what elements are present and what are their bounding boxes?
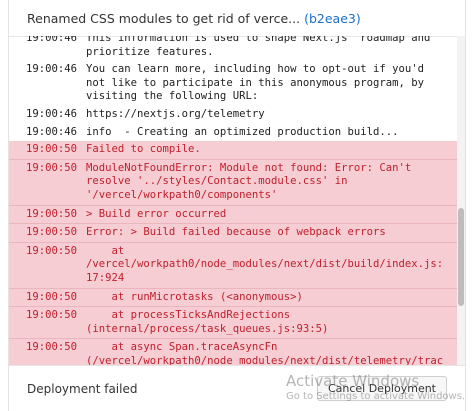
log-timestamp: 19:00:50 [25, 244, 77, 257]
log-timestamp: 19:00:50 [25, 341, 77, 354]
log-message: Failed to compile. [86, 143, 201, 156]
log-message: at processTicksAndRejections (internal/p… [86, 309, 329, 335]
log-timestamp: 19:00:50 [25, 161, 77, 174]
log-message: at runMicrotasks (<anonymous>) [86, 290, 303, 303]
log-scrollbar[interactable] [457, 36, 465, 365]
log-message: https://nextjs.org/telemetry [86, 107, 265, 120]
log-message: > Build error occurred [86, 207, 227, 220]
log-message: You can learn more, including how to opt… [86, 63, 431, 103]
log-timestamp: 19:00:50 [25, 143, 77, 156]
log-line: 19:00:46 You can learn more, including ho… [9, 61, 457, 106]
log-timestamp: 19:00:50 [25, 309, 77, 322]
log-line: 19:00:50 ModuleNotFoundError: Module not … [9, 158, 457, 205]
log-line: 19:00:46 https://nextjs.org/telemetry [9, 106, 457, 124]
log-message: Error: > Build failed because of webpack… [86, 226, 386, 239]
log-timestamp: 19:00:46 [25, 63, 77, 76]
log-line: 19:00:50 > Build error occurred [9, 204, 457, 224]
log-timestamp: 19:00:50 [25, 226, 77, 239]
build-log-lines: 19:00:46 This information is used to shap… [9, 36, 457, 365]
log-message: at /vercel/workpath0/node_modules/next/d… [86, 244, 444, 284]
commit-message: Renamed CSS modules to get rid of verce.… [27, 10, 301, 26]
log-line: 19:00:50 at async Span.traceAsyncFn (/ve… [9, 338, 457, 365]
dialog-header: Renamed CSS modules to get rid of verce.… [9, 0, 465, 37]
log-message: info - Creating an optimized production … [86, 125, 399, 138]
log-line: 19:00:50 at runMicrotasks (<anonymous>) [9, 287, 457, 307]
log-timestamp: 19:00:50 [25, 290, 77, 303]
log-message: at async Span.traceAsyncFn (/vercel/work… [86, 341, 444, 365]
build-log[interactable]: 19:00:46 This information is used to shap… [9, 36, 465, 365]
cancel-deployment-button[interactable]: Cancel Deployment [316, 376, 447, 401]
log-message: ModuleNotFoundError: Module not found: E… [86, 161, 418, 201]
log-line: 19:00:46 info - Creating an optimized pro… [9, 124, 457, 142]
log-timestamp: 19:00:46 [25, 125, 77, 138]
commit-hash-link[interactable]: (b2eae3) [304, 11, 361, 26]
log-line: 19:00:46 This information is used to shap… [9, 36, 457, 61]
log-timestamp: 19:00:46 [25, 107, 77, 120]
log-line: 19:00:50 at processTicksAndRejections (i… [9, 306, 457, 339]
deployment-log-dialog: Renamed CSS modules to get rid of verce.… [8, 0, 466, 411]
log-line: 19:00:50 Failed to compile. [9, 141, 457, 159]
log-message: This information is used to shape Next.j… [86, 36, 437, 58]
log-timestamp: 19:00:46 [25, 36, 77, 44]
log-scrollbar-thumb[interactable] [458, 208, 464, 306]
log-line: 19:00:50 at /vercel/workpath0/node_modul… [9, 241, 457, 288]
log-timestamp: 19:00:50 [25, 207, 77, 220]
deployment-status: Deployment failed [27, 381, 138, 396]
dialog-footer: Deployment failed Cancel Deployment [9, 365, 465, 411]
log-line: 19:00:50 Error: > Build failed because of… [9, 223, 457, 242]
